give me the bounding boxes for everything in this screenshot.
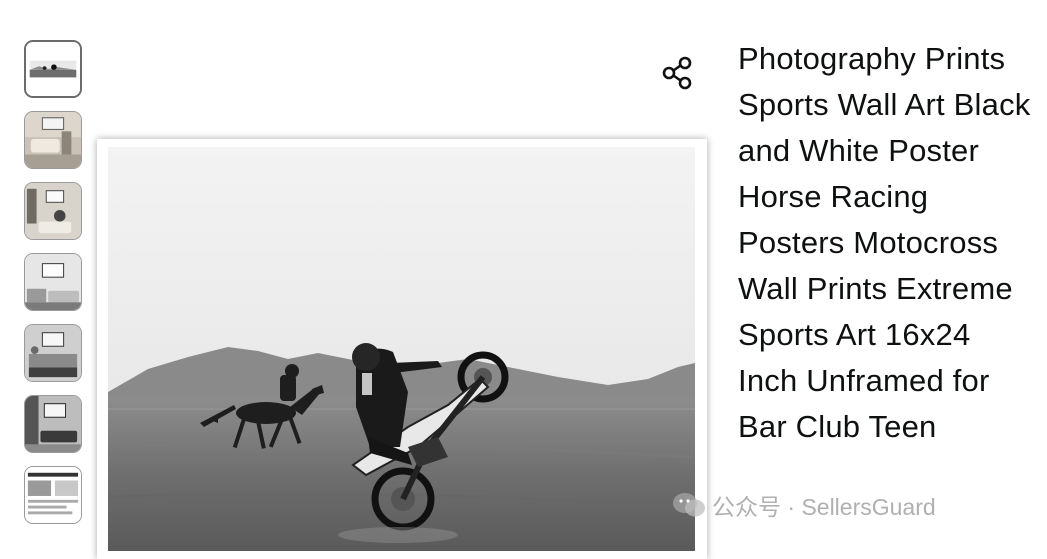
watermark: 公众号 · SellersGuard [672,490,936,520]
watermark-text: 公众号 · SellersGuard [712,494,936,520]
thumbnail-image [25,467,81,523]
thumbnail-7[interactable] [24,466,82,524]
thumbnail-image [25,325,81,381]
share-icon[interactable] [661,55,695,91]
thumbnail-4[interactable] [24,253,82,311]
thumbnail-5[interactable] [24,324,82,382]
thumbnail-image [25,112,81,168]
product-photo [108,147,695,551]
thumbnail-image [25,396,81,452]
thumbnail-1[interactable] [24,40,82,98]
thumbnail-list [24,40,84,537]
thumbnail-image [26,42,80,96]
main-product-image[interactable] [97,139,707,559]
thumbnail-2[interactable] [24,111,82,169]
thumbnail-image [25,183,81,239]
product-title: Photography Prints Sports Wall Art Black… [738,41,1031,444]
thumbnail-6[interactable] [24,395,82,453]
thumbnail-image [25,254,81,310]
thumbnail-3[interactable] [24,182,82,240]
